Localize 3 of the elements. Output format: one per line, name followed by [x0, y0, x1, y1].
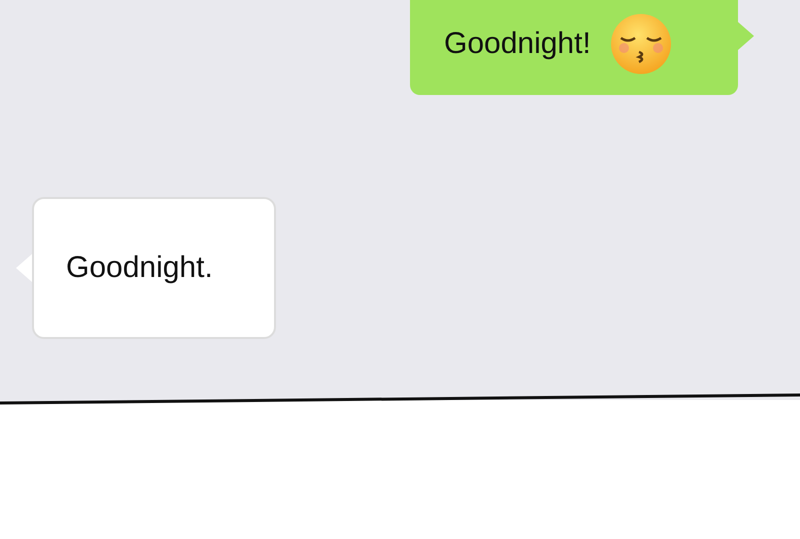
message-text: Goodnight. — [66, 251, 213, 285]
message-text: Goodnight! — [444, 26, 591, 60]
kiss-face-icon — [608, 12, 673, 76]
